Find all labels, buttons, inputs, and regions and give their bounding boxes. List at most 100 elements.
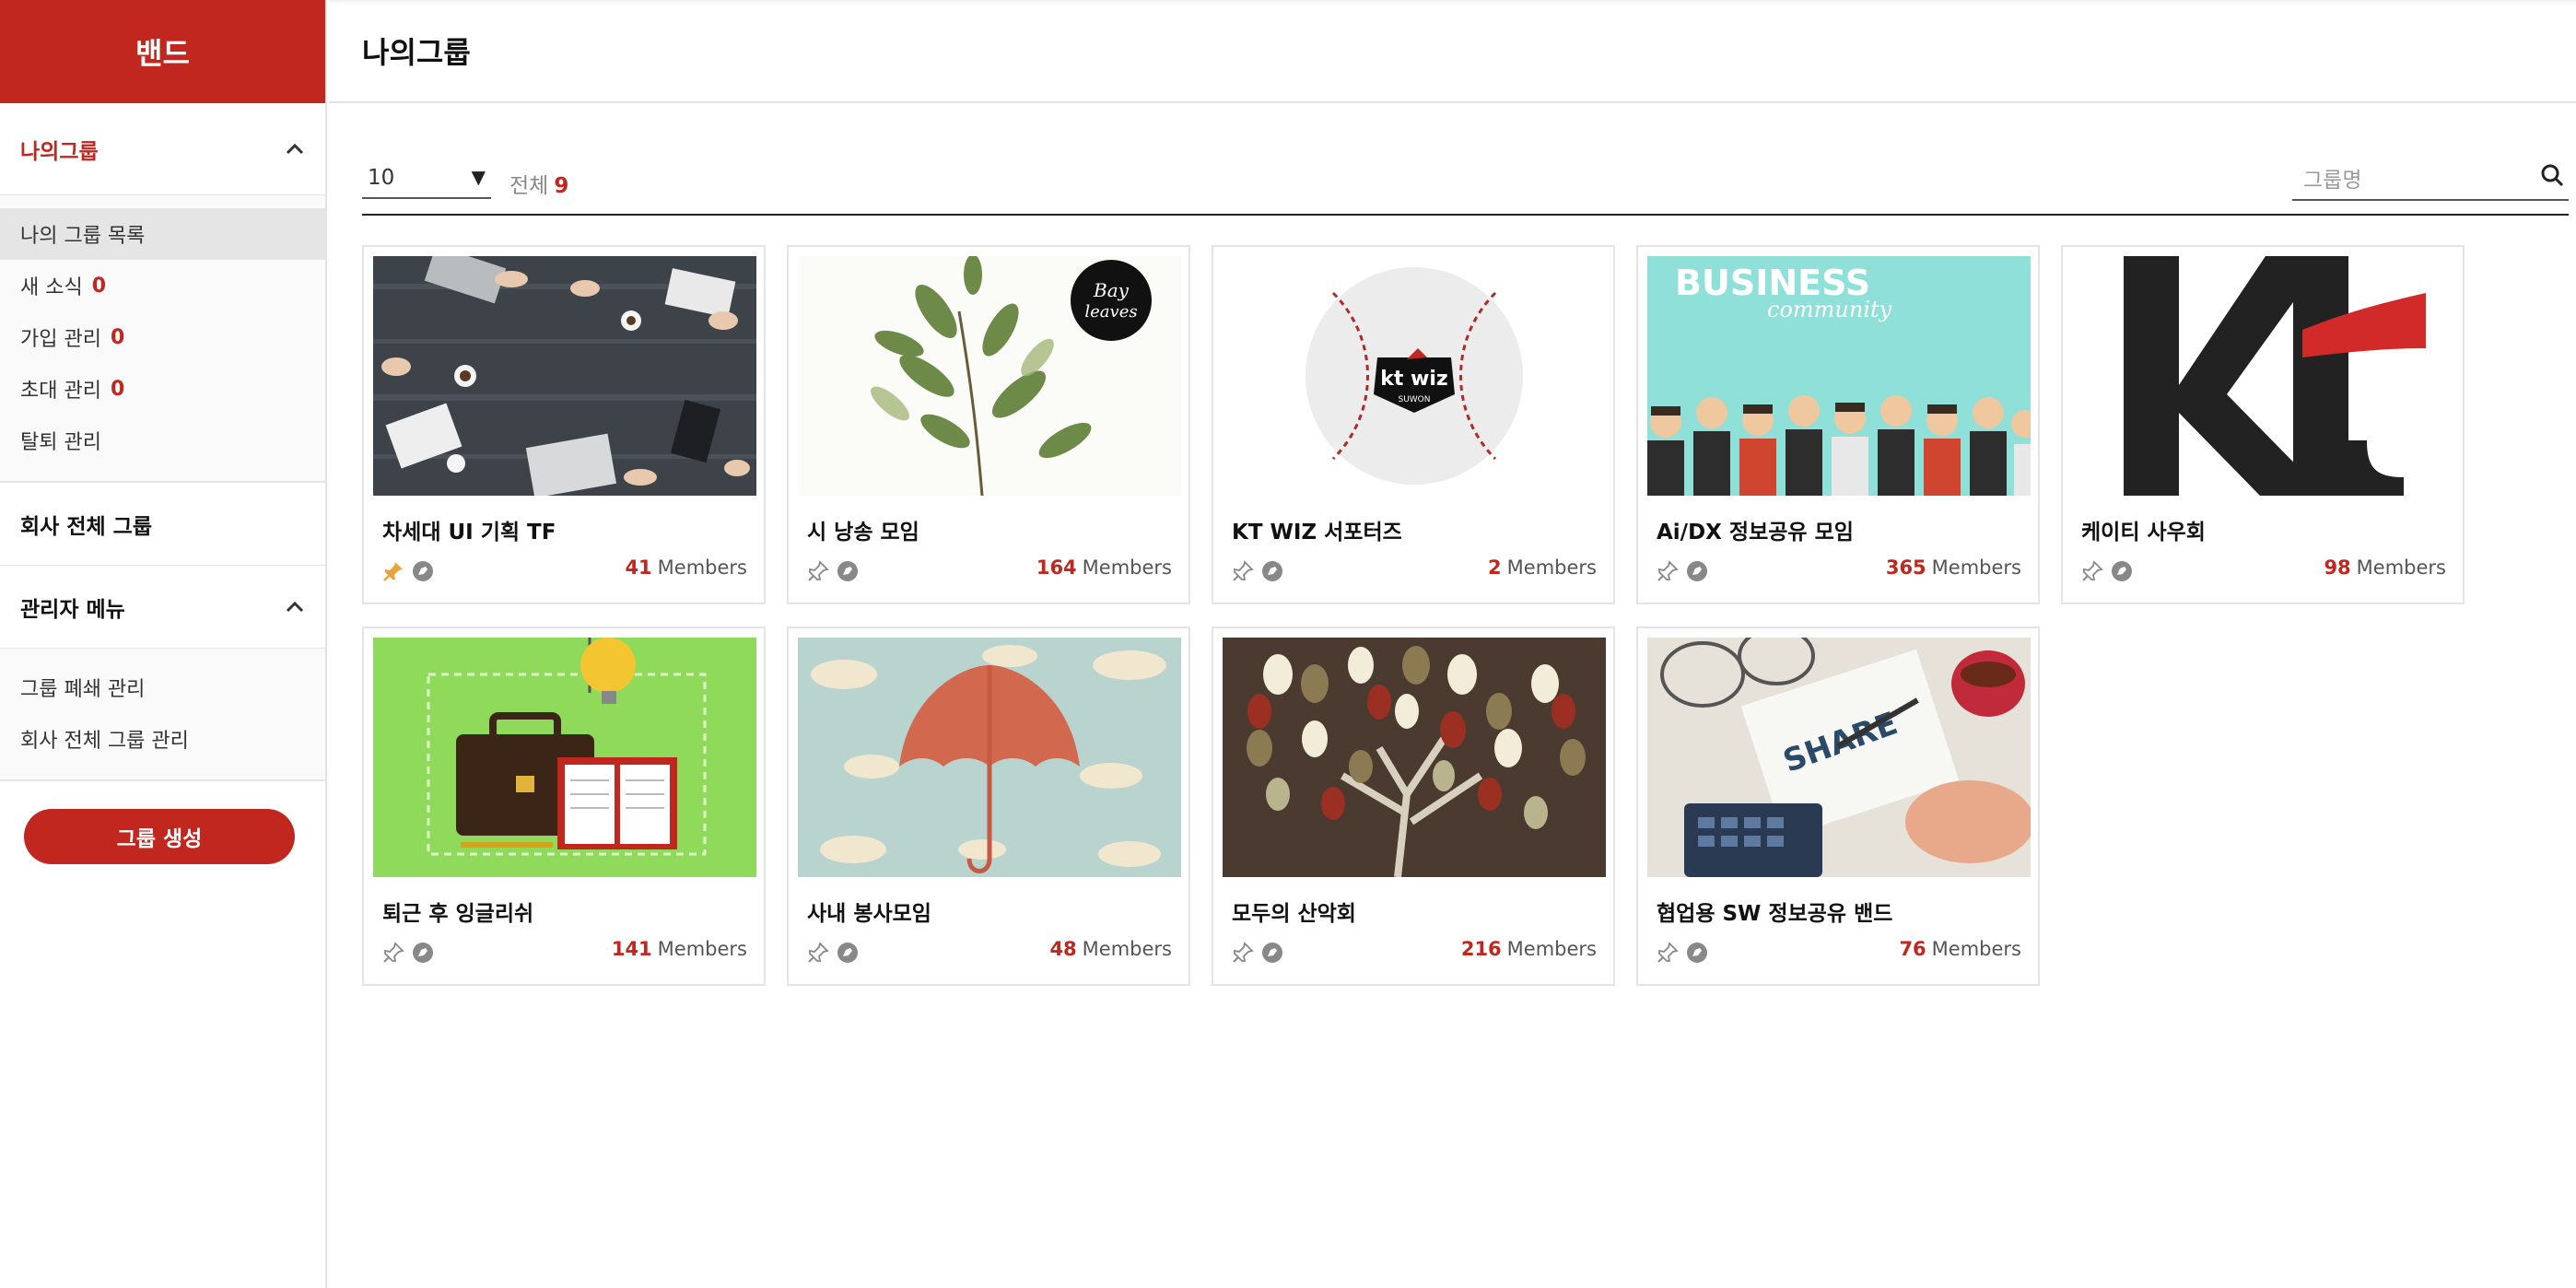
page-title: 나의그룹 xyxy=(362,35,471,70)
create-group-button[interactable]: 그룹 생성 xyxy=(24,809,295,864)
pin-icon[interactable] xyxy=(1232,560,1254,582)
pin-icon[interactable] xyxy=(1232,942,1254,964)
group-card[interactable]: SHARE 협업용 SW 정보공유 밴드 76 Members xyxy=(1636,626,2040,986)
group-name[interactable]: 케이티 사우회 xyxy=(2081,514,2206,545)
sidebar-item-my-group-list[interactable]: 나의 그룹 목록 xyxy=(0,208,325,260)
baseball-image: kt wiz SUWON xyxy=(1223,256,1606,496)
page-size-value: 10 xyxy=(368,166,395,190)
chevron-up-icon[interactable] xyxy=(285,597,305,617)
community-text: community xyxy=(1767,297,1892,322)
group-name[interactable]: KT WIZ 서포터즈 xyxy=(1232,514,1402,545)
my-groups-submenu: 나의 그룹 목록 새 소식 0 가입 관리 0 초대 관리 0 탈퇴 관리 xyxy=(0,195,325,483)
group-name[interactable]: 시 낭송 모임 xyxy=(807,514,919,545)
member-count: 141 Members xyxy=(612,938,747,960)
header: 나의그룹 xyxy=(329,0,2576,103)
members-label: Members xyxy=(1506,556,1597,579)
group-name[interactable]: 협업용 SW 정보공유 밴드 xyxy=(1657,896,1892,927)
pin-icon[interactable] xyxy=(382,942,404,964)
total-number: 9 xyxy=(554,174,569,198)
sidebar-item-invite-manage[interactable]: 초대 관리 0 xyxy=(0,363,325,415)
group-thumbnail[interactable] xyxy=(373,256,756,496)
dropdown-arrow-icon: ▼ xyxy=(471,166,486,188)
bay-leaves-text: Bay xyxy=(1093,279,1130,301)
section-admin-menu-label: 관리자 메뉴 xyxy=(20,597,125,622)
group-name[interactable]: 사내 봉사모임 xyxy=(807,896,931,927)
sidebar-item-company-group-manage[interactable]: 회사 전체 그룹 관리 xyxy=(0,713,325,765)
group-name[interactable]: Ai/DX 정보공유 모임 xyxy=(1657,514,1854,545)
bay-leaves-image: Bay leaves xyxy=(798,256,1181,496)
public-globe-icon xyxy=(412,560,434,582)
app: 밴드 나의그룹 나의 그룹 목록 새 소식 0 가입 관리 0 초대 관리 0 xyxy=(0,0,2576,1288)
group-thumbnail[interactable]: Bay leaves xyxy=(798,256,1181,496)
group-thumbnail[interactable] xyxy=(373,638,756,877)
kt-wiz-sub-text: SUWON xyxy=(1398,395,1430,404)
group-thumbnail[interactable] xyxy=(2072,256,2455,496)
join-count: 0 xyxy=(110,325,125,349)
list-toolbar: 10 ▼ 전체 9 그룹명 xyxy=(362,155,2569,216)
group-card[interactable]: 사내 봉사모임 48 Members xyxy=(787,626,1190,986)
members-label: Members xyxy=(657,556,747,579)
create-wrap: 그룹 생성 xyxy=(0,781,325,892)
search-input[interactable]: 그룹명 xyxy=(2292,155,2569,201)
member-count: 48 Members xyxy=(1049,938,1172,960)
member-count: 98 Members xyxy=(2324,556,2446,579)
group-thumbnail[interactable]: SHARE xyxy=(1647,638,2031,877)
pin-icon[interactable] xyxy=(2081,560,2103,582)
public-globe-icon xyxy=(1261,560,1283,582)
member-number: 41 xyxy=(625,556,652,579)
section-company-groups[interactable]: 회사 전체 그룹 xyxy=(0,483,325,566)
sidebar-item-label: 초대 관리 xyxy=(20,380,101,403)
group-thumbnail[interactable] xyxy=(1223,638,1606,877)
sidebar-item-label: 나의 그룹 목록 xyxy=(20,225,146,248)
member-number: 98 xyxy=(2324,556,2351,579)
group-card[interactable]: 차세대 UI 기획 TF 41 Members xyxy=(362,245,766,604)
group-card[interactable]: 모두의 산악회 216 Members xyxy=(1212,626,1615,986)
chevron-up-icon[interactable] xyxy=(285,139,305,159)
group-name[interactable]: 퇴근 후 잉글리쉬 xyxy=(382,896,533,927)
public-globe-icon xyxy=(837,560,859,582)
group-card[interactable]: 케이티 사우회 98 Members xyxy=(2061,245,2465,604)
umbrella-image xyxy=(798,638,1181,877)
pin-icon[interactable] xyxy=(807,942,829,964)
page-size-select[interactable]: 10 ▼ xyxy=(362,158,491,199)
pin-icon[interactable] xyxy=(1657,942,1679,964)
admin-submenu: 그룹 폐쇄 관리 회사 전체 그룹 관리 xyxy=(0,649,325,781)
members-label: Members xyxy=(1506,938,1597,960)
group-card[interactable]: Bay leaves 시 낭송 모임 164 Members xyxy=(787,245,1190,604)
public-globe-icon xyxy=(1686,942,1708,964)
section-admin-menu[interactable]: 관리자 메뉴 xyxy=(0,566,325,649)
group-name[interactable]: 모두의 산악회 xyxy=(1232,896,1356,927)
public-globe-icon xyxy=(2111,560,2133,582)
sidebar: 밴드 나의그룹 나의 그룹 목록 새 소식 0 가입 관리 0 초대 관리 0 xyxy=(0,0,327,1288)
group-thumbnail[interactable]: BUSINESS community xyxy=(1647,256,2031,496)
member-count: 216 Members xyxy=(1461,938,1597,960)
pin-icon[interactable] xyxy=(382,560,404,582)
section-my-groups-label: 나의그룹 xyxy=(20,139,99,164)
member-count: 2 Members xyxy=(1488,556,1597,579)
pin-icon[interactable] xyxy=(807,560,829,582)
group-card[interactable]: BUSINESS community Ai/DX 정보공유 모임 365 Mem… xyxy=(1636,245,2040,604)
sidebar-item-group-close-manage[interactable]: 그룹 폐쇄 관리 xyxy=(0,662,325,713)
public-globe-icon xyxy=(412,942,434,964)
tree-image xyxy=(1223,638,1606,877)
total-count: 전체 9 xyxy=(509,168,568,199)
section-my-groups[interactable]: 나의그룹 xyxy=(0,103,325,195)
group-card[interactable]: kt wiz SUWON KT WIZ 서포터즈 2 Members xyxy=(1212,245,1615,604)
members-label: Members xyxy=(657,938,747,960)
search-icon[interactable] xyxy=(2539,162,2565,188)
member-number: 48 xyxy=(1049,938,1077,960)
news-count: 0 xyxy=(91,274,107,298)
public-globe-icon xyxy=(1686,560,1708,582)
invite-count: 0 xyxy=(110,377,125,401)
group-name[interactable]: 차세대 UI 기획 TF xyxy=(382,514,556,545)
group-thumbnail[interactable] xyxy=(798,638,1181,877)
group-card[interactable]: 퇴근 후 잉글리쉬 141 Members xyxy=(362,626,766,986)
sidebar-item-join-manage[interactable]: 가입 관리 0 xyxy=(0,311,325,363)
sidebar-item-leave-manage[interactable]: 탈퇴 관리 xyxy=(0,415,325,466)
group-thumbnail[interactable]: kt wiz SUWON xyxy=(1223,256,1606,496)
sidebar-item-news[interactable]: 새 소식 0 xyxy=(0,260,325,311)
sidebar-item-label: 그룹 폐쇄 관리 xyxy=(20,678,146,701)
pin-icon[interactable] xyxy=(1657,560,1679,582)
member-count: 164 Members xyxy=(1036,556,1172,579)
section-company-groups-label: 회사 전체 그룹 xyxy=(20,514,152,539)
